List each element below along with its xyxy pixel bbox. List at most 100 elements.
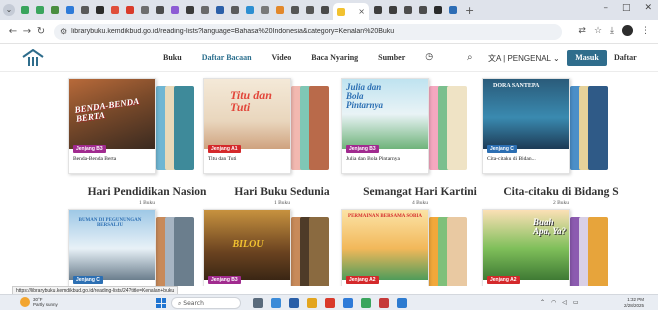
book-card[interactable]: DORA SANTEPA Jenjang C Cita-citaku di Bida… (482, 78, 570, 174)
windows-start-icon[interactable] (156, 298, 166, 308)
book-title[interactable]: Julia dan Bola Pintarnya (346, 156, 400, 162)
book-card[interactable]: Julia dan Bola Pintarnya Jenjang B3 Julia … (341, 78, 429, 174)
reading-list-title[interactable]: Semangat Hari Kartini (341, 186, 499, 198)
taskbar-app-icon[interactable] (361, 298, 371, 308)
book-card[interactable]: BENDA-BENDA BERTA Jenjang B3 Benda-Benda B… (68, 78, 156, 174)
url-field[interactable]: ⚙ librarybuku.kemdikbud.go.id/reading-li… (54, 23, 562, 40)
reading-list-title[interactable]: Cita-citaku di Bidang S (482, 186, 640, 198)
browser-tab[interactable] (318, 4, 331, 17)
browser-tab[interactable] (63, 4, 76, 17)
taskbar-app-icon[interactable] (325, 298, 335, 308)
stacked-book-cover (309, 217, 329, 286)
book-cover-image: Titu dan Tuti (204, 79, 290, 149)
browser-tab[interactable] (153, 4, 166, 17)
minimize-icon[interactable]: – (603, 3, 608, 13)
browser-tab[interactable] (243, 4, 256, 17)
book-card[interactable]: PERMAINAN BERSAMA SOBIA Jenjang A2 (341, 209, 429, 286)
profile-avatar[interactable] (622, 25, 633, 36)
browser-tab[interactable] (228, 4, 241, 17)
reading-list-title[interactable]: Hari Buku Sedunia (203, 186, 361, 198)
browser-tab[interactable] (138, 4, 151, 17)
book-card[interactable]: Buah Apa, Ya? Jenjang A2 (482, 209, 570, 286)
book-title[interactable]: Titu dan Tuti (208, 156, 237, 162)
taskbar-clock[interactable]: 1:32 PM 2/28/2025 (624, 297, 644, 309)
browser-tab[interactable]: × (333, 3, 369, 20)
battery-icon[interactable]: ▭ (573, 299, 579, 306)
search-icon[interactable]: ⌕ (467, 52, 473, 63)
taskbar-app-icon[interactable] (379, 298, 389, 308)
maximize-icon[interactable]: □ (622, 3, 631, 13)
browser-tab[interactable] (446, 4, 459, 17)
volume-icon[interactable]: ◁ (562, 299, 567, 306)
history-icon[interactable]: ◷ (425, 52, 433, 62)
browser-tab[interactable] (198, 4, 211, 17)
browser-tab[interactable] (48, 4, 61, 17)
tray-chevron-icon[interactable]: ⌃ (540, 299, 545, 306)
browser-tab[interactable] (123, 4, 136, 17)
nav-sumber[interactable]: Sumber (378, 53, 405, 62)
book-card[interactable]: BILOU Jenjang B3 (203, 209, 291, 286)
browser-tab[interactable] (431, 4, 444, 17)
taskbar-search[interactable]: ⌕ Search (171, 297, 241, 309)
menu-icon[interactable]: ⋮ (641, 26, 650, 36)
browser-tab[interactable] (18, 4, 31, 17)
taskbar-app-icon[interactable] (271, 298, 281, 308)
browser-tab[interactable] (168, 4, 181, 17)
translate-icon[interactable]: ⇄ (578, 26, 586, 36)
browser-tab[interactable] (303, 4, 316, 17)
browser-tab[interactable] (273, 4, 286, 17)
weather-widget[interactable]: 30°F Partly sunny (20, 297, 58, 307)
browser-tab[interactable] (371, 4, 384, 17)
forward-icon[interactable]: → (20, 26, 34, 37)
book-card[interactable]: BUMAN DI PEGUNUNGAN BERSALJU Jenjang C (68, 209, 156, 286)
language-selector[interactable]: 文A | PENGENAL ⌄ (488, 53, 560, 64)
browser-tab[interactable] (288, 4, 301, 17)
browser-tab[interactable] (258, 4, 271, 17)
browser-tab[interactable] (78, 4, 91, 17)
url-text[interactable]: librarybuku.kemdikbud.go.id/reading-list… (71, 28, 511, 35)
wifi-icon[interactable]: ◠ (551, 299, 556, 306)
stacked-book-cover (309, 86, 329, 170)
browser-tab[interactable] (416, 4, 429, 17)
close-tab-icon[interactable]: × (358, 7, 365, 16)
close-window-icon[interactable]: ✕ (644, 3, 652, 13)
book-title[interactable]: Benda-Benda Berta (73, 156, 116, 162)
browser-tab[interactable] (93, 4, 106, 17)
register-button[interactable]: Daftar (614, 53, 637, 62)
login-button[interactable]: Masuk (567, 50, 607, 66)
tab-favicon-icon (388, 6, 397, 14)
browser-tab[interactable] (108, 4, 121, 17)
tab-favicon-icon (125, 6, 134, 14)
browser-tab[interactable] (386, 4, 399, 17)
taskbar-app-icon[interactable] (397, 298, 407, 308)
browser-tab[interactable] (213, 4, 226, 17)
taskbar-app-icon[interactable] (307, 298, 317, 308)
browser-tab[interactable] (33, 4, 46, 17)
nav-baca-nyaring[interactable]: Baca Nyaring (311, 53, 358, 62)
download-icon[interactable]: ⤓ (610, 26, 614, 36)
back-icon[interactable]: ← (6, 26, 20, 37)
book-card[interactable]: Titu dan Tuti Jenjang A1 Titu dan Tuti (203, 78, 291, 174)
new-tab-button[interactable]: + (465, 4, 474, 17)
book-cover-image: BENDA-BENDA BERTA (69, 79, 155, 149)
address-bar: ← → ↻ ⚙ librarybuku.kemdikbud.go.id/read… (0, 20, 658, 44)
taskbar-app-icon[interactable] (253, 298, 263, 308)
tab-favicon-icon (403, 6, 412, 14)
bookmark-star-icon[interactable]: ☆ (594, 26, 602, 36)
browser-tab[interactable] (183, 4, 196, 17)
tab-favicon-icon (185, 6, 194, 14)
browser-tab[interactable] (401, 4, 414, 17)
weather-sun-icon (20, 297, 30, 307)
nav-buku[interactable]: Buku (163, 53, 182, 62)
site-logo-icon[interactable] (22, 49, 44, 67)
stacked-book-cover (588, 217, 608, 286)
nav-video[interactable]: Video (272, 53, 292, 62)
tab-favicon-icon (260, 6, 269, 14)
book-title[interactable]: Cita-citaku di Bidan... (487, 156, 536, 162)
site-info-icon[interactable]: ⚙ (60, 27, 67, 36)
nav-daftar-bacaan[interactable]: Daftar Bacaan (202, 53, 252, 62)
tab-search-icon[interactable]: ⌄ (3, 4, 15, 16)
taskbar-app-icon[interactable] (289, 298, 299, 308)
reload-icon[interactable]: ↻ (34, 26, 48, 37)
taskbar-app-icon[interactable] (343, 298, 353, 308)
